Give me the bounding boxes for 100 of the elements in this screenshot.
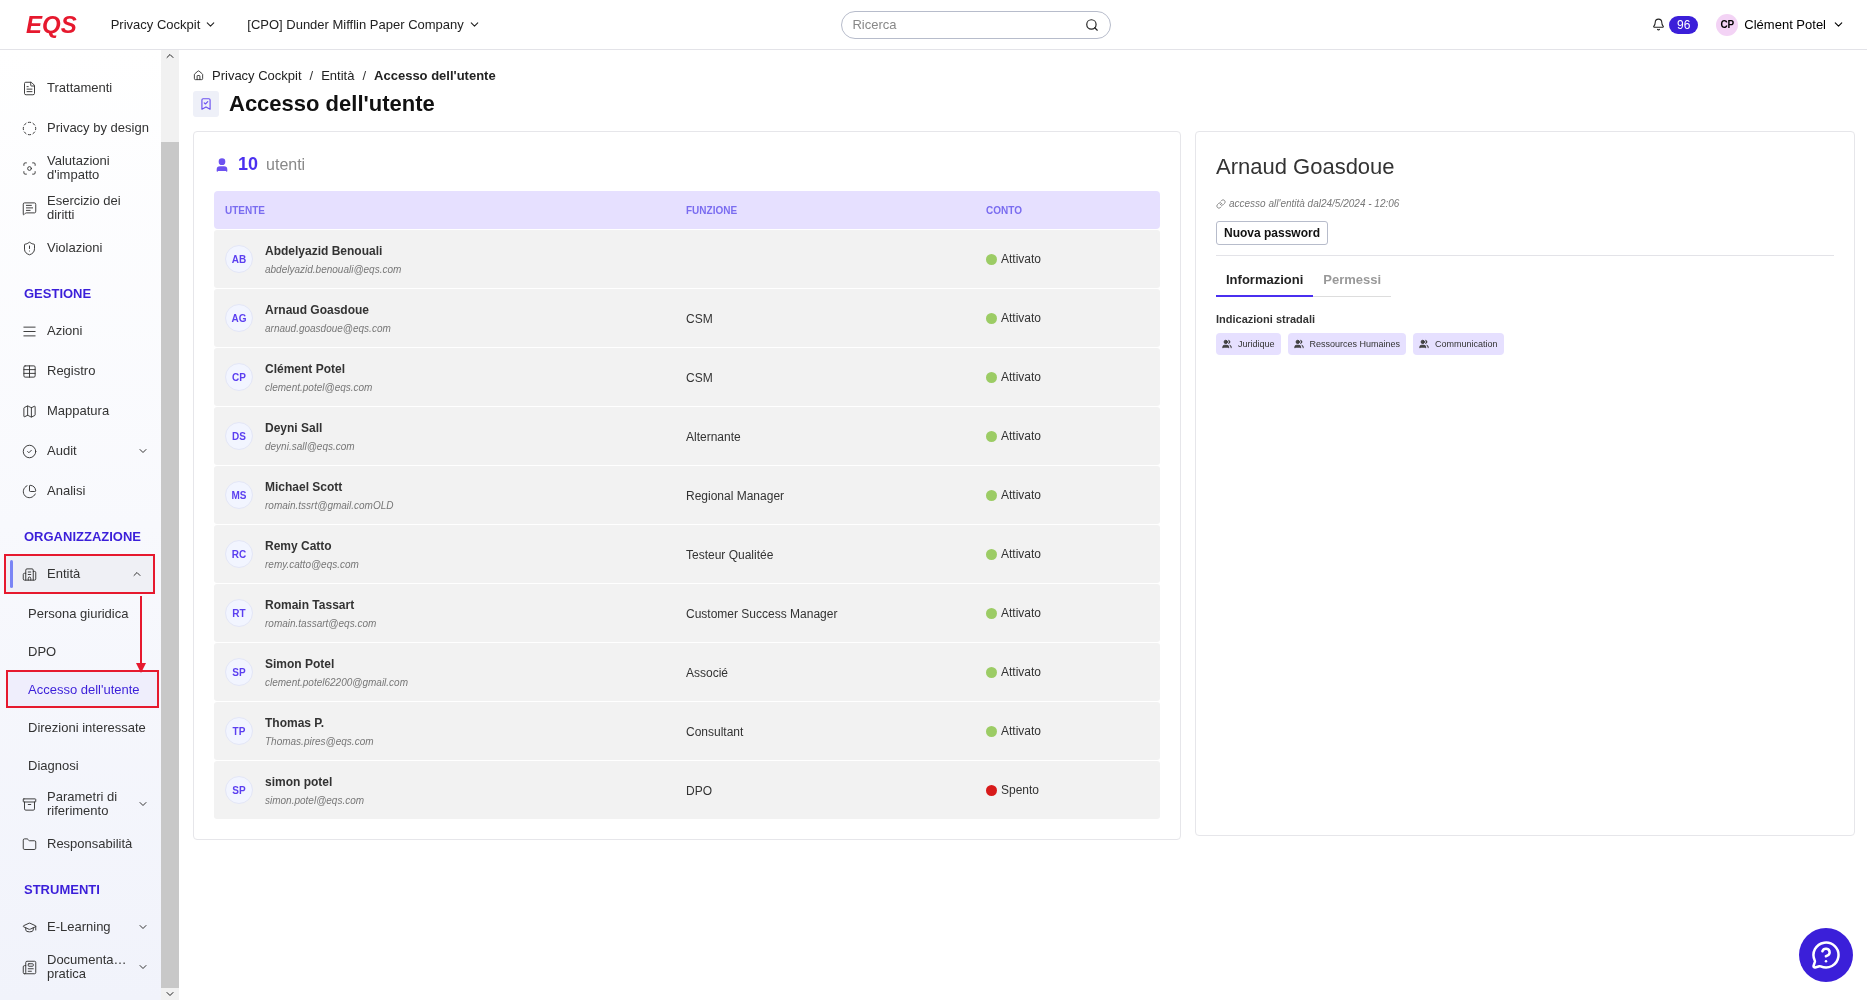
status-label: Attivato [1001, 252, 1042, 266]
bell-icon[interactable] [1652, 18, 1665, 31]
user-avatar: SP [225, 776, 253, 804]
users-icon [1222, 339, 1232, 349]
tag: Ressources Humaines [1287, 333, 1407, 355]
user-email: romain.tssrt@gmail.comOLD [265, 499, 394, 511]
sidebar-item[interactable]: Trattamenti [0, 68, 161, 108]
user-name: Remy Catto [265, 538, 333, 553]
search-field[interactable]: Ricerca [841, 10, 1112, 39]
menu-dropdown[interactable]: [CPO] Dunder Mifflin Paper Company [247, 17, 481, 32]
sidebar-item[interactable]: Valutazioni d'impatto [0, 148, 161, 188]
user-avatar: AG [225, 304, 253, 332]
sidebar-item[interactable]: Responsabilità [0, 824, 161, 864]
column-header: CONTO [986, 204, 1023, 216]
status-label: Attivato [1001, 665, 1042, 679]
user-row[interactable]: SP simon potel simon.potel@eqs.com DPO Spento [214, 761, 1160, 819]
table-cell: DPO [686, 784, 712, 798]
breadcrumb-link[interactable]: Privacy Cockpit [212, 68, 302, 83]
sidebar-item[interactable]: Privacy by design [0, 108, 161, 148]
menu-dropdown[interactable]: Privacy Cockpit [110, 17, 218, 32]
user-row[interactable]: MS Michael Scott romain.tssrt@gmail.comOLD Regional Manager Attivato [214, 466, 1160, 524]
section-title: STRUMENTI [23, 881, 101, 899]
sidebar-subitem[interactable]: Direzioni interessate [0, 708, 161, 746]
sidebar-item[interactable]: Violazioni [0, 228, 161, 268]
user-name: Thomas P. [265, 715, 326, 730]
new-password-button[interactable]: Nuova password [1216, 221, 1329, 245]
user-email: arnaud.goasdoue@eqs.com [265, 322, 391, 334]
sidebar-item[interactable]: Analisi [0, 471, 161, 511]
breadcrumb-link[interactable]: Entità [321, 68, 355, 83]
section-title: GESTIONE [23, 285, 93, 303]
home-icon[interactable] [193, 70, 204, 81]
sidebar-item[interactable]: Parametri di riferimento [0, 784, 161, 824]
user-row[interactable]: AG Arnaud Goasdoue arnaud.goasdoue@eqs.com CSM Attivato [214, 289, 1160, 347]
logo[interactable]: EQS [26, 10, 81, 39]
focus-icon [22, 160, 37, 176]
sidebar-item[interactable]: Documenta… pratica [0, 947, 161, 987]
user-name: Abdelyazid Benouali [265, 243, 384, 258]
sidebar-subitem[interactable]: Diagnosi [0, 746, 161, 784]
status-label: Attivato [1001, 370, 1042, 384]
tab[interactable]: Informazioni [1216, 268, 1314, 297]
shield-icon [22, 240, 37, 256]
user-row[interactable]: SP Simon Potel clement.potel62200@gmail.com Associé Attivato [214, 643, 1160, 701]
user-row[interactable]: CP Clément Potel clement.potel@eqs.com CSM Attivato [214, 348, 1160, 406]
newspaper-icon [22, 959, 37, 975]
table-cell: CSM [686, 371, 713, 385]
sidebar-item[interactable]: Mappatura [0, 391, 161, 431]
sidebar-item[interactable]: Esercizio dei diritti [0, 188, 161, 228]
notification-badge: 96 [1669, 15, 1699, 34]
status-label: Attivato [1001, 547, 1042, 561]
sidebar-item[interactable]: E-Learning [0, 907, 161, 947]
sidebar-item[interactable]: Azioni [0, 311, 161, 351]
sidebar-item[interactable]: Audit [0, 431, 161, 471]
access-info: accesso all'entità dal24/5/2024 - 12:06 [1229, 198, 1400, 209]
user-name: Michael Scott [265, 479, 344, 494]
user-avatar: TP [225, 717, 253, 745]
sidebar-subitem[interactable]: Accesso dell'utente [6, 670, 159, 708]
table-cell: Regional Manager [686, 489, 785, 503]
sidebar-subitem[interactable]: Persona giuridica [0, 594, 161, 632]
user-avatar: MS [225, 481, 253, 509]
user-row[interactable]: AB Abdelyazid Benouali abdelyazid.benouali@eqs.com Attivato [214, 230, 1160, 288]
user-row[interactable]: TP Thomas P. Thomas.pires@eqs.com Consultant Attivato [214, 702, 1160, 760]
column-header: FUNZIONE [686, 204, 739, 216]
page-title: Accesso dell'utente [229, 91, 435, 117]
search-icon[interactable] [1085, 17, 1100, 32]
breadcrumb-link[interactable]: Accesso dell'utente [374, 68, 496, 83]
tag: Juridique [1216, 333, 1281, 355]
status-label: Attivato [1001, 724, 1042, 738]
user-name: simon potel [265, 774, 334, 789]
user-row[interactable]: DS Deyni Sall deyni.sall@eqs.com Alternante Attivato [214, 407, 1160, 465]
users-icon [1419, 339, 1430, 349]
status-label: Attivato [1001, 429, 1042, 443]
sidebar-item[interactable]: Registro [0, 351, 161, 391]
link-icon [1216, 198, 1226, 209]
status-label: Spento [1001, 783, 1040, 797]
user-name: Romain Tassart [265, 597, 356, 612]
user-icon [214, 156, 230, 173]
help-icon [1811, 940, 1841, 970]
help-button[interactable] [1799, 928, 1853, 982]
user-avatar: DS [225, 422, 253, 450]
folder-icon [22, 836, 37, 852]
user-email: clement.potel@eqs.com [265, 381, 373, 393]
user-email: Thomas.pires@eqs.com [265, 735, 374, 747]
message-icon [22, 200, 37, 216]
scrollbar[interactable] [161, 50, 179, 1000]
user-row[interactable]: RT Romain Tassart romain.tassart@eqs.com Customer Success Manager Attivato [214, 584, 1160, 642]
user-avatar: RT [225, 599, 253, 627]
page-icon [193, 91, 219, 117]
user-row[interactable]: RC Remy Catto remy.catto@eqs.com Testeur Qualitée Attivato [214, 525, 1160, 583]
user-email: abdelyazid.benouali@eqs.com [265, 263, 402, 275]
status-label: Attivato [1001, 606, 1042, 620]
user-name: Clément Potel [265, 361, 346, 376]
sidebar-subitem[interactable]: DPO [0, 632, 161, 670]
breadcrumb-separator: / [309, 68, 314, 83]
pie-chart-icon [22, 483, 37, 499]
sidebar-item[interactable]: Entità [4, 554, 155, 594]
users-icon [1293, 339, 1304, 349]
check-circle-icon [22, 443, 37, 459]
user-menu[interactable]: CP Clément Potel [1716, 13, 1845, 36]
table-cell: Consultant [686, 725, 744, 739]
section-title: ORGANIZZAZIONE [23, 528, 142, 546]
